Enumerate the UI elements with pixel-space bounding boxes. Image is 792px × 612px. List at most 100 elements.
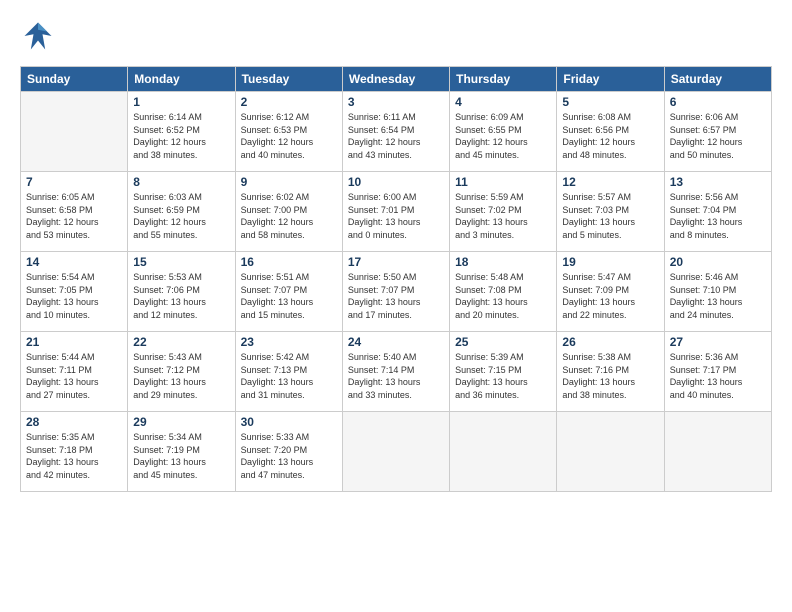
- calendar-cell: 22 Sunrise: 5:43 AM Sunset: 7:12 PM Dayli…: [128, 332, 235, 412]
- day-number: 8: [133, 175, 229, 189]
- day-info: Sunrise: 5:54 AM Sunset: 7:05 PM Dayligh…: [26, 271, 122, 321]
- calendar-cell: 2 Sunrise: 6:12 AM Sunset: 6:53 PM Daylig…: [235, 92, 342, 172]
- calendar-cell: 17 Sunrise: 5:50 AM Sunset: 7:07 PM Dayli…: [342, 252, 449, 332]
- calendar-page: SundayMondayTuesdayWednesdayThursdayFrid…: [0, 0, 792, 502]
- day-info: Sunrise: 6:08 AM Sunset: 6:56 PM Dayligh…: [562, 111, 658, 161]
- day-info: Sunrise: 5:56 AM Sunset: 7:04 PM Dayligh…: [670, 191, 766, 241]
- day-info: Sunrise: 6:11 AM Sunset: 6:54 PM Dayligh…: [348, 111, 444, 161]
- day-info: Sunrise: 6:09 AM Sunset: 6:55 PM Dayligh…: [455, 111, 551, 161]
- day-info: Sunrise: 5:42 AM Sunset: 7:13 PM Dayligh…: [241, 351, 337, 401]
- day-info: Sunrise: 5:40 AM Sunset: 7:14 PM Dayligh…: [348, 351, 444, 401]
- calendar-cell: 26 Sunrise: 5:38 AM Sunset: 7:16 PM Dayli…: [557, 332, 664, 412]
- calendar-cell: 23 Sunrise: 5:42 AM Sunset: 7:13 PM Dayli…: [235, 332, 342, 412]
- calendar-cell: 7 Sunrise: 6:05 AM Sunset: 6:58 PM Daylig…: [21, 172, 128, 252]
- day-info: Sunrise: 5:34 AM Sunset: 7:19 PM Dayligh…: [133, 431, 229, 481]
- calendar-cell: 18Sunrise: 5:48 AM Sunset: 7:08 PM Dayli…: [450, 252, 557, 332]
- day-number: 20: [670, 255, 766, 269]
- week-row-4: 28 Sunrise: 5:35 AM Sunset: 7:18 PM Dayli…: [21, 412, 772, 492]
- day-number: 28: [26, 415, 122, 429]
- day-info: Sunrise: 6:12 AM Sunset: 6:53 PM Dayligh…: [241, 111, 337, 161]
- day-info: Sunrise: 5:39 AM Sunset: 7:15 PM Dayligh…: [455, 351, 551, 401]
- day-info: Sunrise: 5:43 AM Sunset: 7:12 PM Dayligh…: [133, 351, 229, 401]
- calendar-cell: [664, 412, 771, 492]
- day-number: 2: [241, 95, 337, 109]
- calendar-cell: 19 Sunrise: 5:47 AM Sunset: 7:09 PM Dayli…: [557, 252, 664, 332]
- calendar-cell: 13 Sunrise: 5:56 AM Sunset: 7:04 PM Dayli…: [664, 172, 771, 252]
- day-info: Sunrise: 5:50 AM Sunset: 7:07 PM Dayligh…: [348, 271, 444, 321]
- calendar-cell: [342, 412, 449, 492]
- day-number: 26: [562, 335, 658, 349]
- day-info: Sunrise: 5:46 AM Sunset: 7:10 PM Dayligh…: [670, 271, 766, 321]
- day-info: Sunrise: 6:14 AM Sunset: 6:52 PM Dayligh…: [133, 111, 229, 161]
- calendar-cell: 9 Sunrise: 6:02 AM Sunset: 7:00 PM Daylig…: [235, 172, 342, 252]
- calendar-cell: 6Sunrise: 6:06 AM Sunset: 6:57 PM Daylig…: [664, 92, 771, 172]
- weekday-header-tuesday: Tuesday: [235, 67, 342, 92]
- day-info: Sunrise: 6:06 AM Sunset: 6:57 PM Dayligh…: [670, 111, 766, 161]
- calendar-header: SundayMondayTuesdayWednesdayThursdayFrid…: [21, 67, 772, 92]
- day-number: 19: [562, 255, 658, 269]
- day-info: Sunrise: 5:36 AM Sunset: 7:17 PM Dayligh…: [670, 351, 766, 401]
- calendar-cell: 12 Sunrise: 5:57 AM Sunset: 7:03 PM Dayli…: [557, 172, 664, 252]
- day-info: Sunrise: 5:51 AM Sunset: 7:07 PM Dayligh…: [241, 271, 337, 321]
- day-number: 16: [241, 255, 337, 269]
- day-info: Sunrise: 5:35 AM Sunset: 7:18 PM Dayligh…: [26, 431, 122, 481]
- day-info: Sunrise: 6:02 AM Sunset: 7:00 PM Dayligh…: [241, 191, 337, 241]
- day-number: 12: [562, 175, 658, 189]
- week-row-1: 7 Sunrise: 6:05 AM Sunset: 6:58 PM Daylig…: [21, 172, 772, 252]
- day-info: Sunrise: 5:57 AM Sunset: 7:03 PM Dayligh…: [562, 191, 658, 241]
- day-number: 3: [348, 95, 444, 109]
- day-number: 9: [241, 175, 337, 189]
- day-info: Sunrise: 5:53 AM Sunset: 7:06 PM Dayligh…: [133, 271, 229, 321]
- day-number: 24: [348, 335, 444, 349]
- day-number: 14: [26, 255, 122, 269]
- day-number: 17: [348, 255, 444, 269]
- day-info: Sunrise: 6:00 AM Sunset: 7:01 PM Dayligh…: [348, 191, 444, 241]
- calendar-cell: 1Sunrise: 6:14 AM Sunset: 6:52 PM Daylig…: [128, 92, 235, 172]
- calendar-cell: [450, 412, 557, 492]
- day-number: 25: [455, 335, 551, 349]
- calendar-cell: 25 Sunrise: 5:39 AM Sunset: 7:15 PM Dayli…: [450, 332, 557, 412]
- weekday-header-sunday: Sunday: [21, 67, 128, 92]
- calendar-cell: 14 Sunrise: 5:54 AM Sunset: 7:05 PM Dayli…: [21, 252, 128, 332]
- day-number: 10: [348, 175, 444, 189]
- calendar-cell: 8 Sunrise: 6:03 AM Sunset: 6:59 PM Daylig…: [128, 172, 235, 252]
- day-number: 27: [670, 335, 766, 349]
- day-number: 23: [241, 335, 337, 349]
- day-info: Sunrise: 6:05 AM Sunset: 6:58 PM Dayligh…: [26, 191, 122, 241]
- day-number: 5: [562, 95, 658, 109]
- logo: [20, 18, 58, 54]
- weekday-header-monday: Monday: [128, 67, 235, 92]
- logo-icon: [20, 18, 56, 54]
- calendar-cell: 11 Sunrise: 5:59 AM Sunset: 7:02 PM Dayli…: [450, 172, 557, 252]
- calendar-cell: [21, 92, 128, 172]
- day-info: Sunrise: 5:47 AM Sunset: 7:09 PM Dayligh…: [562, 271, 658, 321]
- calendar-cell: 30Sunrise: 5:33 AM Sunset: 7:20 PM Dayli…: [235, 412, 342, 492]
- calendar-cell: 21Sunrise: 5:44 AM Sunset: 7:11 PM Dayli…: [21, 332, 128, 412]
- calendar-cell: 4 Sunrise: 6:09 AM Sunset: 6:55 PM Daylig…: [450, 92, 557, 172]
- day-info: Sunrise: 6:03 AM Sunset: 6:59 PM Dayligh…: [133, 191, 229, 241]
- calendar-cell: 29Sunrise: 5:34 AM Sunset: 7:19 PM Dayli…: [128, 412, 235, 492]
- calendar-cell: 15Sunrise: 5:53 AM Sunset: 7:06 PM Dayli…: [128, 252, 235, 332]
- calendar-body: 1Sunrise: 6:14 AM Sunset: 6:52 PM Daylig…: [21, 92, 772, 492]
- day-number: 7: [26, 175, 122, 189]
- weekday-header-friday: Friday: [557, 67, 664, 92]
- calendar-cell: 3 Sunrise: 6:11 AM Sunset: 6:54 PM Daylig…: [342, 92, 449, 172]
- day-number: 13: [670, 175, 766, 189]
- day-number: 4: [455, 95, 551, 109]
- day-info: Sunrise: 5:59 AM Sunset: 7:02 PM Dayligh…: [455, 191, 551, 241]
- calendar-table: SundayMondayTuesdayWednesdayThursdayFrid…: [20, 66, 772, 492]
- weekday-header-saturday: Saturday: [664, 67, 771, 92]
- calendar-cell: 28 Sunrise: 5:35 AM Sunset: 7:18 PM Dayli…: [21, 412, 128, 492]
- calendar-cell: 24 Sunrise: 5:40 AM Sunset: 7:14 PM Dayli…: [342, 332, 449, 412]
- header: [20, 18, 772, 54]
- calendar-cell: 27 Sunrise: 5:36 AM Sunset: 7:17 PM Dayli…: [664, 332, 771, 412]
- day-info: Sunrise: 5:33 AM Sunset: 7:20 PM Dayligh…: [241, 431, 337, 481]
- day-number: 18: [455, 255, 551, 269]
- weekday-header-thursday: Thursday: [450, 67, 557, 92]
- day-info: Sunrise: 5:38 AM Sunset: 7:16 PM Dayligh…: [562, 351, 658, 401]
- day-number: 11: [455, 175, 551, 189]
- day-number: 22: [133, 335, 229, 349]
- calendar-cell: [557, 412, 664, 492]
- calendar-cell: 10 Sunrise: 6:00 AM Sunset: 7:01 PM Dayli…: [342, 172, 449, 252]
- calendar-cell: 5 Sunrise: 6:08 AM Sunset: 6:56 PM Daylig…: [557, 92, 664, 172]
